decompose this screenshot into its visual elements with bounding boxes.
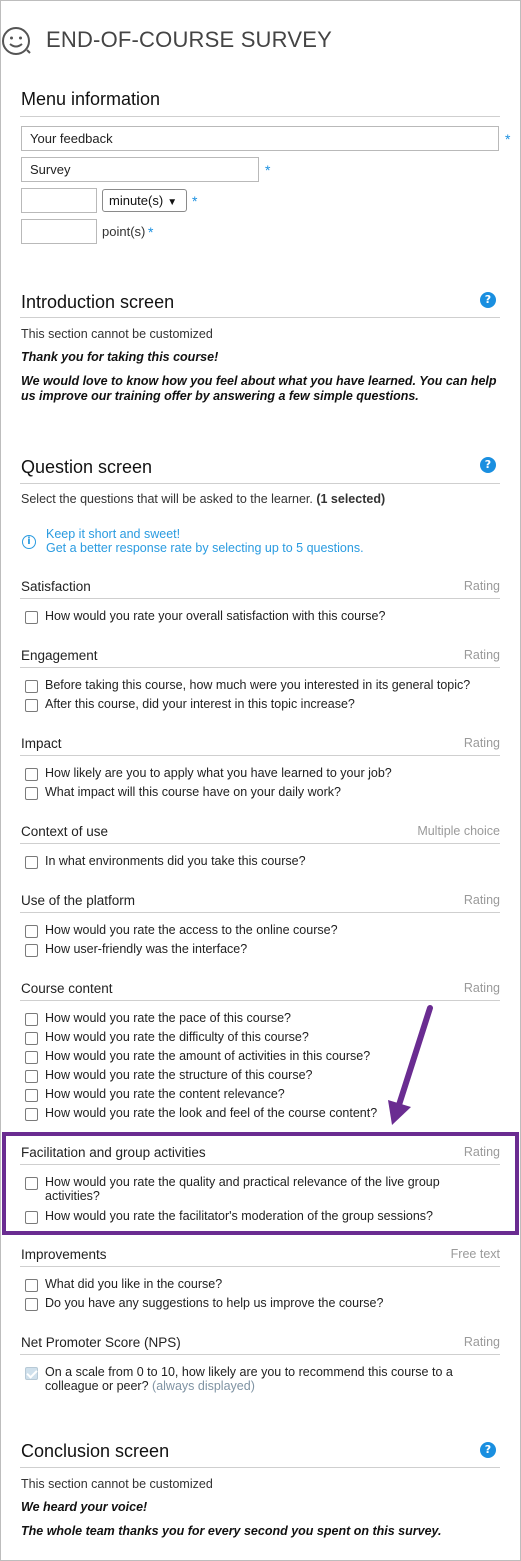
divider	[20, 1266, 500, 1267]
highlight-box	[2, 1132, 519, 1235]
category-type: Rating	[463, 893, 500, 907]
question-label: How likely are you to apply what you hav…	[45, 766, 392, 780]
divider	[20, 483, 500, 484]
question-label: After this course, did your interest in …	[45, 697, 355, 711]
survey-name-field[interactable]: Survey	[21, 157, 259, 182]
conclusion-line-2: The whole team thanks you for every seco…	[21, 1524, 442, 1538]
required-mark: *	[148, 224, 154, 240]
divider	[20, 1467, 500, 1468]
divider	[20, 843, 500, 844]
category-type: Rating	[463, 736, 500, 750]
category-type: Rating	[463, 648, 500, 662]
category-title: Course content	[21, 981, 113, 996]
app-title: END-OF-COURSE SURVEY	[46, 27, 332, 52]
category-type: Rating	[463, 579, 500, 593]
question-label: How would you rate the access to the onl…	[45, 923, 338, 937]
question-label: How would you rate the difficulty of thi…	[45, 1030, 309, 1044]
help-icon[interactable]: ?	[480, 457, 496, 473]
question-checkbox[interactable]	[25, 1032, 38, 1045]
question-checkbox[interactable]	[25, 1108, 38, 1121]
always-displayed-note: (always displayed)	[152, 1379, 255, 1393]
menu-section-title: Menu information	[21, 89, 161, 109]
question-instruction: Select the questions that will be asked …	[21, 492, 385, 506]
divider	[20, 116, 500, 117]
conclusion-line-1: We heard your voice!	[21, 1500, 148, 1514]
tip-line-1: Keep it short and sweet!	[46, 527, 181, 541]
question-checkbox[interactable]	[25, 1298, 38, 1311]
duration-field[interactable]	[21, 188, 97, 213]
conclusion-note: This section cannot be customized	[21, 1477, 213, 1491]
category-type: Rating	[463, 1335, 500, 1349]
required-mark: *	[192, 193, 198, 209]
question-checkbox[interactable]	[25, 1013, 38, 1026]
nps-checkbox-checked	[25, 1367, 38, 1380]
question-section-title: Question screen	[21, 457, 153, 477]
question-checkbox[interactable]	[25, 768, 38, 781]
divider	[20, 667, 500, 668]
question-label: In what environments did you take this c…	[45, 854, 306, 868]
instruction-text: Select the questions that will be asked …	[21, 492, 313, 506]
divider	[20, 598, 500, 599]
category-title: Context of use	[21, 824, 109, 839]
question-checkbox[interactable]	[25, 1279, 38, 1292]
selected-count: (1 selected)	[316, 492, 386, 506]
divider	[20, 912, 500, 913]
help-icon[interactable]: ?	[480, 292, 496, 308]
category-title: Satisfaction	[21, 579, 91, 594]
divider	[20, 317, 500, 318]
tip-line-2: Get a better response rate by selecting …	[46, 541, 364, 555]
question-checkbox[interactable]	[25, 1089, 38, 1102]
smiley-icon	[2, 27, 31, 55]
help-icon[interactable]: ?	[480, 1442, 496, 1458]
question-checkbox[interactable]	[25, 611, 38, 624]
question-label: How would you rate the amount of activit…	[45, 1049, 371, 1063]
category-type: Free text	[450, 1247, 500, 1261]
intro-note: This section cannot be customized	[21, 327, 213, 341]
conclusion-section-title: Conclusion screen	[21, 1441, 170, 1461]
question-label: How would you rate the look and feel of …	[45, 1106, 378, 1120]
question-label: Before taking this course, how much were…	[45, 678, 471, 692]
duration-unit-value: minute(s)	[109, 193, 164, 208]
category-type: Multiple choice	[417, 824, 500, 838]
question-label: How would you rate the content relevance…	[45, 1087, 285, 1101]
question-checkbox[interactable]	[25, 680, 38, 693]
question-checkbox[interactable]	[25, 1051, 38, 1064]
category-title: Engagement	[21, 648, 98, 663]
question-label: Do you have any suggestions to help us i…	[45, 1296, 384, 1310]
required-mark: *	[265, 162, 271, 178]
question-label: What did you like in the course?	[45, 1277, 223, 1291]
question-label: How would you rate the structure of this…	[45, 1068, 313, 1082]
question-label: How would you rate your overall satisfac…	[45, 609, 386, 623]
intro-line-2: We would love to know how you feel about…	[21, 374, 497, 403]
question-checkbox[interactable]	[25, 699, 38, 712]
category-title: Use of the platform	[21, 893, 136, 908]
category-title: Improvements	[21, 1247, 107, 1262]
divider	[20, 755, 500, 756]
menu-label-field[interactable]: Your feedback	[21, 126, 499, 151]
points-unit-label: point(s)	[102, 224, 146, 239]
category-title: Net Promoter Score (NPS)	[21, 1335, 181, 1350]
divider	[20, 1354, 500, 1355]
chevron-down-icon: ▼	[167, 197, 178, 208]
question-checkbox[interactable]	[25, 925, 38, 938]
info-icon: i	[22, 535, 36, 549]
annotation-arrow-icon	[388, 1005, 433, 1125]
category-title: Impact	[21, 736, 62, 751]
question-checkbox[interactable]	[25, 787, 38, 800]
question-label: How user-friendly was the interface?	[45, 942, 248, 956]
question-checkbox[interactable]	[25, 944, 38, 957]
nps-question: On a scale from 0 to 10, how likely are …	[45, 1365, 485, 1393]
question-label: What impact will this course have on you…	[45, 785, 341, 799]
required-mark: *	[505, 131, 511, 147]
points-field[interactable]	[21, 219, 97, 244]
intro-section-title: Introduction screen	[21, 292, 175, 312]
question-checkbox[interactable]	[25, 856, 38, 869]
question-label: How would you rate the pace of this cour…	[45, 1011, 291, 1025]
category-type: Rating	[463, 981, 500, 995]
question-checkbox[interactable]	[25, 1070, 38, 1083]
intro-line-1: Thank you for taking this course!	[21, 350, 219, 364]
duration-unit-select[interactable]: minute(s) ▼	[102, 189, 187, 212]
